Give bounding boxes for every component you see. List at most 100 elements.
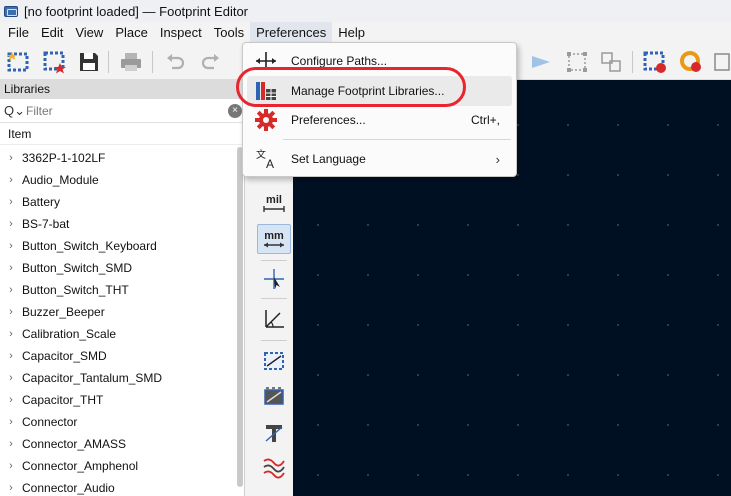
list-item[interactable]: › Capacitor_THT — [0, 389, 236, 411]
menu-edit[interactable]: Edit — [35, 22, 69, 43]
list-item[interactable]: › Button_Switch_Keyboard — [0, 235, 236, 257]
chevron-right-icon[interactable]: › — [0, 411, 22, 433]
mil-units-icon: mil — [263, 194, 285, 212]
chevron-right-icon[interactable]: › — [0, 301, 22, 323]
save-button[interactable] — [74, 47, 104, 77]
item-column-header[interactable]: Item — [0, 123, 244, 145]
chevron-right-icon[interactable]: › — [0, 169, 22, 191]
list-item[interactable]: › Connector_AMASS — [0, 433, 236, 455]
show-footprint-body-button[interactable] — [257, 382, 291, 412]
title-bar: [no footprint loaded] — Footprint Editor — [0, 0, 731, 22]
svg-text:A: A — [266, 157, 274, 171]
chevron-right-icon[interactable]: › — [0, 147, 22, 169]
shortcut-label: Ctrl+, — [470, 113, 500, 127]
mm-units-icon: mm — [264, 230, 284, 248]
menu-place[interactable]: Place — [109, 22, 154, 43]
filter-input[interactable] — [26, 103, 206, 118]
mirror-button[interactable] — [526, 47, 556, 77]
footprint-checker-button[interactable] — [676, 47, 706, 77]
library-name: 3362P-1-102LF — [22, 151, 106, 165]
list-item[interactable]: › Battery — [0, 191, 236, 213]
chevron-right-icon[interactable]: › — [0, 235, 22, 257]
library-name: Button_Switch_SMD — [22, 261, 133, 275]
list-item[interactable]: › 3362P-1-102LF — [0, 147, 236, 169]
polar-coords-button[interactable] — [257, 304, 291, 334]
clear-filter-icon[interactable]: × — [228, 104, 242, 118]
chevron-right-icon[interactable]: › — [0, 477, 22, 496]
library-name: Connector_Amphenol — [22, 459, 139, 473]
toolbar-separator — [632, 51, 633, 73]
list-item[interactable]: › Connector — [0, 411, 236, 433]
show-pads-outline-button[interactable] — [257, 346, 291, 376]
redo-icon — [201, 54, 219, 70]
undo-button[interactable] — [160, 47, 190, 77]
units-mm-button[interactable]: mm — [257, 224, 291, 254]
footprint-wizard-icon — [43, 51, 66, 74]
list-item[interactable]: › Buzzer_Beeper — [0, 301, 236, 323]
library-name: Connector_AMASS — [22, 437, 127, 451]
list-item[interactable]: › Capacitor_Tantalum_SMD — [0, 367, 236, 389]
menu-item-set-language[interactable]: 文 A Set Language › — [247, 144, 512, 174]
ungroup-button[interactable] — [596, 47, 626, 77]
library-name: BS-7-bat — [22, 217, 70, 231]
list-item[interactable]: › Audio_Module — [0, 169, 236, 191]
chevron-right-icon[interactable]: › — [0, 191, 22, 213]
list-item[interactable]: › BS-7-bat — [0, 213, 236, 235]
new-footprint-button[interactable] — [4, 47, 34, 77]
new-footprint-wizard-button[interactable] — [40, 47, 70, 77]
menu-item-manage-footprint-libraries[interactable]: Manage Footprint Libraries... — [247, 76, 512, 106]
list-item[interactable]: › Capacitor_SMD — [0, 345, 236, 367]
save-icon — [80, 53, 98, 71]
list-item[interactable]: › Button_Switch_THT — [0, 279, 236, 301]
text-tool-icon — [265, 425, 283, 442]
cursor-crosshair-button[interactable] — [257, 264, 291, 294]
menu-preferences[interactable]: Preferences — [250, 22, 333, 43]
print-button[interactable] — [116, 47, 146, 77]
chevron-right-icon[interactable]: › — [0, 433, 22, 455]
menu-item-preferences[interactable]: Preferences... Ctrl+, — [247, 105, 512, 135]
menu-separator — [283, 139, 511, 140]
group-icon — [567, 52, 587, 72]
chevron-right-icon[interactable]: › — [0, 345, 22, 367]
redo-button[interactable] — [196, 47, 226, 77]
polar-coordinates-icon — [265, 310, 284, 328]
library-name: Calibration_Scale — [22, 327, 117, 341]
chevron-right-icon[interactable]: › — [0, 257, 22, 279]
menu-inspect[interactable]: Inspect — [154, 22, 208, 43]
library-name: Capacitor_Tantalum_SMD — [22, 371, 163, 385]
library-name: Battery — [22, 195, 61, 209]
library-scrollbar[interactable] — [237, 147, 243, 487]
chevron-right-icon[interactable]: › — [0, 389, 22, 411]
strip-separator — [261, 260, 287, 261]
list-item[interactable]: › Connector_Audio — [0, 477, 236, 496]
libraries-panel: Libraries Q⌄ × Item ›3362P-1-102LF ›Audi… — [0, 80, 245, 496]
list-item[interactable]: › Calibration_Scale — [0, 323, 236, 345]
menu-help[interactable]: Help — [332, 22, 371, 43]
library-name: Capacitor_SMD — [22, 349, 107, 363]
list-item[interactable]: › Connector_Amphenol — [0, 455, 236, 477]
menu-file[interactable]: File — [2, 22, 35, 43]
toolbar-separator — [108, 51, 109, 73]
filter-bar: Q⌄ × — [0, 99, 244, 123]
chevron-right-icon[interactable]: › — [0, 367, 22, 389]
chevron-right-icon[interactable]: › — [0, 455, 22, 477]
chevron-right-icon[interactable]: › — [0, 279, 22, 301]
menu-view[interactable]: View — [69, 22, 109, 43]
show-graphics-button[interactable] — [257, 452, 291, 482]
footprint-properties-button[interactable] — [640, 47, 670, 77]
list-item[interactable]: › Button_Switch_SMD — [0, 257, 236, 279]
menu-tools[interactable]: Tools — [208, 22, 250, 43]
mil-label: mil — [266, 194, 282, 206]
menu-item-label: Manage Footprint Libraries... — [291, 84, 445, 98]
chevron-right-icon[interactable]: › — [0, 213, 22, 235]
svg-text:文: 文 — [256, 148, 266, 161]
chevron-right-icon[interactable]: › — [0, 323, 22, 345]
group-button[interactable] — [562, 47, 592, 77]
show-text-button[interactable] — [257, 418, 291, 448]
overflow-toolbar-button[interactable] — [708, 47, 731, 77]
library-name: Button_Switch_THT — [22, 283, 129, 297]
units-mil-button[interactable]: mil — [257, 188, 291, 218]
menu-item-configure-paths[interactable]: Configure Paths... — [247, 46, 512, 76]
library-name: Connector — [22, 415, 78, 429]
search-icon[interactable]: Q⌄ — [4, 103, 26, 119]
